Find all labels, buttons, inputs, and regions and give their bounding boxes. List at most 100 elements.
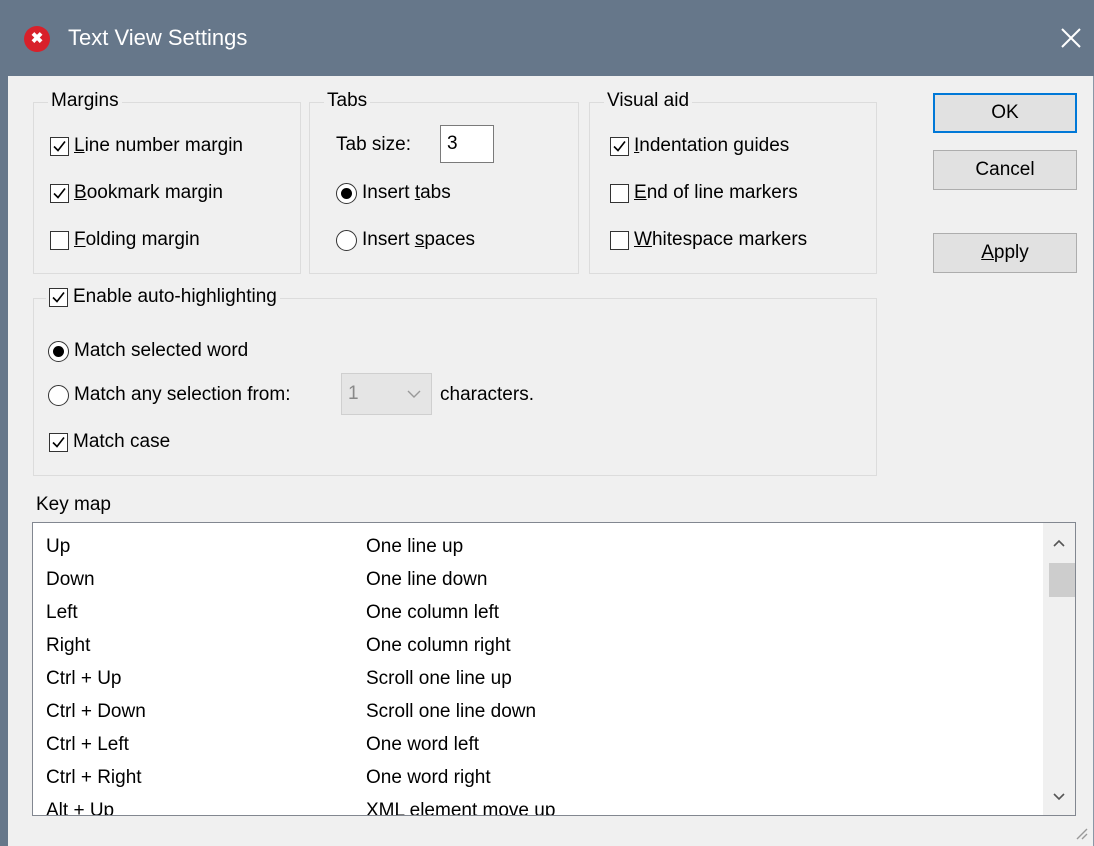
dropdown-value: 1 [348,383,359,404]
tabs-group: Tabs Tab size: 3 Insert tabs Insert spac… [309,90,579,274]
action-cell: One column right [366,635,511,656]
scroll-up-icon[interactable] [1053,539,1065,547]
line-number-margin-checkbox[interactable]: Line number margin [50,135,243,157]
visual-aid-group-label: Visual aid [604,90,693,112]
checkmark-icon [53,187,66,199]
checkbox-label: Whitespace markers [634,229,808,250]
radio-circle[interactable] [336,182,357,204]
folding-margin-checkbox[interactable]: Folding margin [50,229,200,251]
checkbox-label: Enable auto-highlighting [73,286,277,307]
margins-group-label: Margins [48,90,122,112]
checkbox-label: Line number margin [74,135,243,156]
tabs-group-label: Tabs [324,90,371,112]
key-cell: Ctrl + Up [46,668,122,689]
ok-button[interactable]: OK [933,93,1077,133]
scroll-down-icon[interactable] [1053,793,1065,801]
insert-tabs-radio[interactable]: Insert tabs [336,182,451,204]
checkmark-icon [613,140,626,152]
window-title: Text View Settings [68,25,248,50]
tab-size-input[interactable]: 3 [440,125,494,163]
action-cell: XML element move up [366,800,556,816]
insert-spaces-radio[interactable]: Insert spaces [336,229,475,251]
list-item[interactable]: Ctrl + Down Scroll one line down [46,696,536,728]
key-map-list[interactable]: Up One line up Down One line down Left One … [32,522,1076,816]
checkbox-label: Bookmark margin [74,182,223,203]
end-of-line-markers-checkbox[interactable]: End of line markers [610,182,798,204]
key-map-label: Key map [36,494,111,515]
radio-label: Match selected word [74,340,249,361]
characters-suffix-label: characters. [440,384,534,405]
key-cell: Ctrl + Down [46,701,146,722]
key-cell: Ctrl + Left [46,734,129,755]
radio-circle[interactable] [48,340,69,362]
radio-dot [341,187,352,199]
action-cell: Scroll one line up [366,668,512,689]
checkbox-box[interactable] [50,183,69,203]
match-case-checkbox[interactable]: Match case [49,431,170,453]
list-item[interactable]: Left One column left [46,597,499,629]
list-item[interactable]: Alt + Up XML element move up [46,795,556,816]
checkbox-label: Indentation guides [634,135,790,156]
checkbox-box[interactable] [49,432,68,452]
app-icon: ✖ [24,26,50,52]
checkmark-icon [52,291,65,303]
list-item[interactable]: Ctrl + Left One word left [46,729,479,761]
apply-button-label: Apply [981,242,1029,263]
visual-aid-group: Visual aid Indentation guides End of lin… [589,90,877,274]
checkbox-box[interactable] [49,287,68,307]
key-cell: Down [46,569,95,590]
radio-label: Insert spaces [362,229,476,250]
key-cell: Alt + Up [46,800,115,816]
window-frame-left [0,76,8,846]
match-any-selection-radio[interactable]: Match any selection from: [48,384,290,406]
action-cell: One word left [366,734,479,755]
checkbox-box[interactable] [610,230,629,250]
list-item[interactable]: Ctrl + Right One word right [46,762,491,794]
radio-label: Match any selection from: [74,384,291,405]
checkbox-label: Folding margin [74,229,200,250]
key-cell: Up [46,536,71,557]
close-button[interactable] [1048,0,1094,76]
action-cell: One column left [366,602,500,623]
checkbox-box[interactable] [610,183,629,203]
radio-dot [53,345,64,357]
list-item[interactable]: Up One line up [46,531,463,563]
list-item[interactable]: Down One line down [46,564,487,596]
action-cell: One word right [366,767,491,788]
checkbox-label: Match case [73,431,171,452]
checkbox-box[interactable] [50,230,69,250]
match-selected-word-radio[interactable]: Match selected word [48,340,248,362]
list-item[interactable]: Right One column right [46,630,511,662]
action-cell: One line up [366,536,464,557]
tab-size-label: Tab size: [336,134,411,155]
checkbox-label: End of line markers [634,182,798,203]
radio-circle[interactable] [48,384,69,406]
checkmark-icon [53,140,66,152]
key-map-scrollbar[interactable] [1043,523,1075,815]
action-cell: Scroll one line down [366,701,537,722]
checkbox-box[interactable] [610,136,629,156]
checkbox-box[interactable] [50,136,69,156]
radio-circle[interactable] [336,229,357,251]
apply-button[interactable]: Apply [933,233,1077,273]
whitespace-markers-checkbox[interactable]: Whitespace markers [610,229,807,251]
list-item[interactable]: Ctrl + Up Scroll one line up [46,663,512,695]
radio-label: Insert tabs [362,182,451,203]
chevron-down-icon [407,390,421,398]
key-cell: Left [46,602,78,623]
title-bar[interactable]: ✖ Text View Settings [0,0,1094,76]
enable-auto-highlighting-checkbox[interactable]: Enable auto-highlighting [46,286,280,308]
characters-count-dropdown[interactable]: 1 [341,373,432,415]
indentation-guides-checkbox[interactable]: Indentation guides [610,135,789,157]
close-icon [1061,28,1081,48]
cancel-button[interactable]: Cancel [933,150,1077,190]
key-cell: Right [46,635,91,656]
checkmark-icon [52,436,65,448]
margins-group: Margins Line number margin Bookmark marg… [33,90,301,274]
scrollbar-thumb[interactable] [1049,563,1075,597]
auto-highlighting-group: Enable auto-highlighting Match selected … [33,286,877,476]
bookmark-margin-checkbox[interactable]: Bookmark margin [50,182,223,204]
key-cell: Ctrl + Right [46,767,142,788]
action-cell: One line down [366,569,488,590]
resize-grip-icon[interactable] [1074,826,1088,840]
